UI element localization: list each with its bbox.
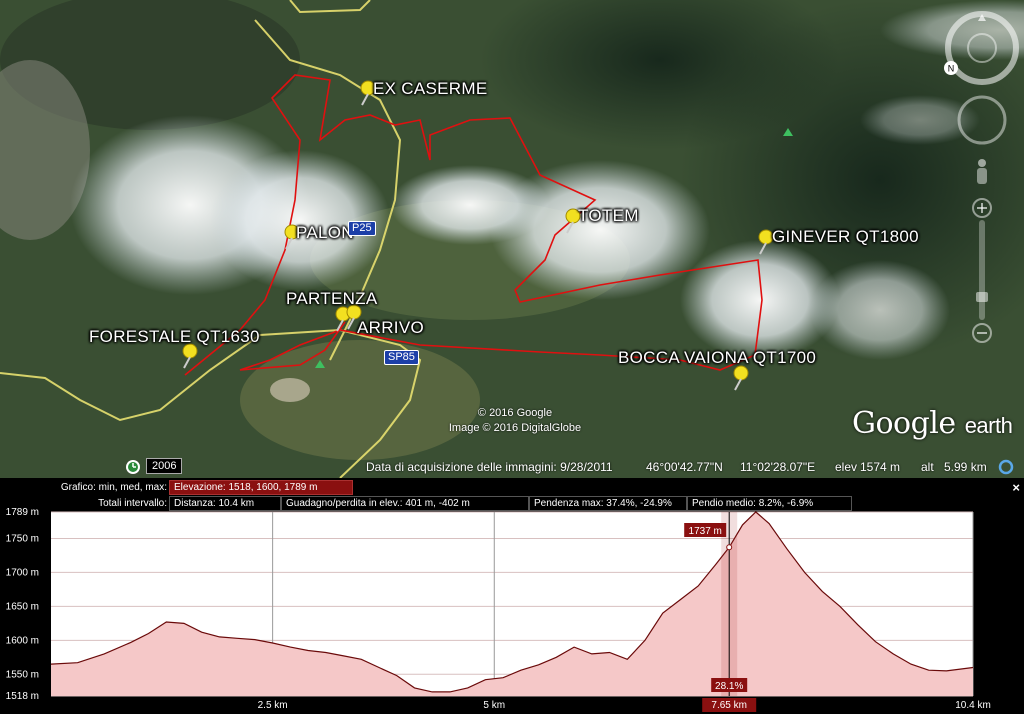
x-tick-label: 10.4 km xyxy=(955,700,991,711)
zoom-slider[interactable] xyxy=(970,196,994,346)
chart-stats-label: Grafico: min, med, max: xyxy=(60,482,167,493)
x-tick-label: 7.65 km xyxy=(711,700,747,711)
placemark-label-totem[interactable]: TOTEM xyxy=(578,206,639,226)
x-tick-label: 5 km xyxy=(483,700,505,711)
map-view[interactable]: EX CASERME PALON TOTEM GINEVER QT1800 PA… xyxy=(0,0,1024,478)
elevation-profile-panel: Grafico: min, med, max: Elevazione: 1518… xyxy=(0,478,1024,714)
y-tick-label: 1650 m xyxy=(6,601,39,612)
acquisition-date: Data di acquisizione delle immagini: 9/2… xyxy=(366,460,613,474)
move-control[interactable] xyxy=(956,94,1008,146)
y-tick-label: 1700 m xyxy=(6,567,39,578)
copyright-google: © 2016 Google xyxy=(477,407,553,419)
elevation-label: elev xyxy=(835,460,858,474)
y-tick-label: 1518 m xyxy=(6,691,39,702)
google-earth-logo: Google earth xyxy=(852,406,1013,441)
cursor-elevation-label: 1737 m xyxy=(689,526,722,537)
placemark-label-palon[interactable]: PALON xyxy=(296,223,354,243)
placemark-pin-icon[interactable] xyxy=(731,365,751,391)
cursor-slope-label: 28.1% xyxy=(715,681,743,692)
y-tick-label: 1600 m xyxy=(6,635,39,646)
latitude-readout: 46°00'42.77"N xyxy=(646,460,723,474)
status-bar: 2006 Data di acquisizione delle immagini… xyxy=(0,456,1024,478)
altitude-readout: 5.99 km xyxy=(944,460,987,474)
altitude-label: alt xyxy=(921,460,934,474)
y-tick-label: 1750 m xyxy=(6,533,39,544)
placemark-label-ex-caserme[interactable]: EX CASERME xyxy=(373,79,487,99)
elevation-chart[interactable]: 1789 m 1750 m 1700 m 1650 m 1600 m 1550 m 1518… xyxy=(0,508,1024,714)
road-shield: P25 xyxy=(348,221,376,236)
north-reset-icon[interactable]: N xyxy=(943,60,959,76)
placemark-label-arrivo[interactable]: ARRIVO xyxy=(357,318,424,338)
placemark-label-forestale[interactable]: FORESTALE QT1630 xyxy=(89,327,260,347)
placemark-label-partenza[interactable]: PARTENZA xyxy=(286,289,378,309)
elevation-readout: 1574 m xyxy=(860,460,901,474)
road-shield: SP85 xyxy=(384,350,419,365)
x-tick-label: 2.5 km xyxy=(258,700,288,711)
street-view-icon[interactable] xyxy=(972,158,992,186)
status-indicator-icon xyxy=(998,459,1014,475)
cursor-point xyxy=(726,544,733,551)
svg-text:N: N xyxy=(948,64,955,74)
y-tick-label: 1789 m xyxy=(6,508,39,518)
y-tick-label: 1550 m xyxy=(6,669,39,680)
close-icon[interactable]: × xyxy=(1012,480,1020,495)
historical-imagery-clock-icon[interactable] xyxy=(125,459,141,475)
placemark-label-ginever[interactable]: GINEVER QT1800 xyxy=(772,227,919,247)
copyright-imagery: Image © 2016 DigitalGlobe xyxy=(448,422,582,434)
longitude-readout: 11°02'28.07"E xyxy=(740,460,816,474)
elevation-stats: Elevazione: 1518, 1600, 1789 m xyxy=(169,480,353,495)
historical-year-button[interactable]: 2006 xyxy=(146,458,183,474)
placemark-label-bocca-vaiona[interactable]: BOCCA VAIONA QT1700 xyxy=(618,348,816,368)
